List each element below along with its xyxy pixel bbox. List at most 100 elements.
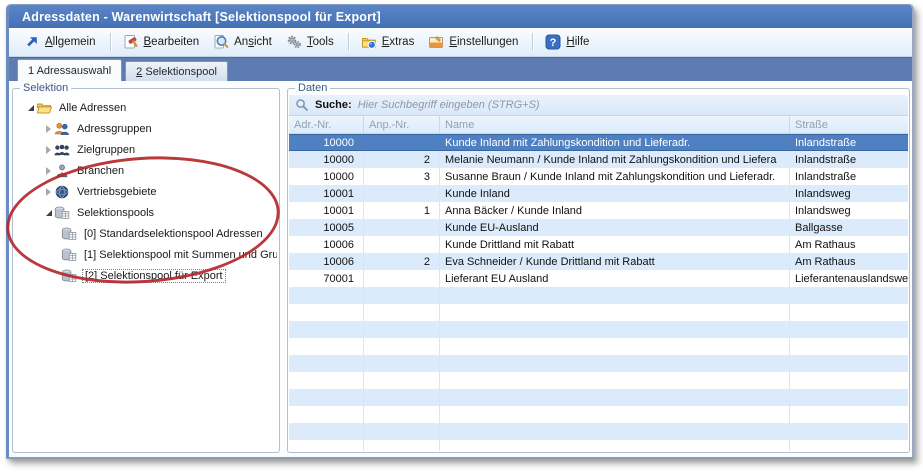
cell-name: Kunde Drittland mit Rabatt bbox=[440, 236, 790, 253]
table-row[interactable]: 100011Anna Bäcker / Kunde InlandInlandsw… bbox=[289, 202, 908, 219]
menu-item-label: Tools bbox=[307, 36, 334, 48]
tree-item[interactable]: Adressgruppen bbox=[15, 118, 277, 139]
tree-item[interactable]: Selektionspools bbox=[15, 202, 277, 223]
cell-anp bbox=[364, 270, 440, 287]
tree-item[interactable]: Vertriebsgebiete bbox=[15, 181, 277, 202]
cell-adr: 70001 bbox=[289, 270, 364, 287]
window-title: Adressdaten - Warenwirtschaft [Selektion… bbox=[22, 10, 381, 24]
menu-separator bbox=[532, 33, 533, 51]
cell-anp: 1 bbox=[364, 202, 440, 219]
table-row[interactable]: 100062Eva Schneider / Kunde Drittland mi… bbox=[289, 253, 908, 270]
cell-anp bbox=[364, 185, 440, 202]
pool-icon bbox=[61, 268, 78, 284]
cell-anp: 2 bbox=[364, 253, 440, 270]
tree-item-label: Alle Adressen bbox=[57, 101, 128, 115]
table-body: 10000Kunde Inland mit Zahlungskondition … bbox=[289, 134, 908, 287]
hammer-icon bbox=[123, 34, 139, 50]
desktop-background: Adressdaten - Warenwirtschaft [Selektion… bbox=[0, 0, 923, 475]
column-header[interactable]: Anp.-Nr. bbox=[364, 116, 440, 133]
cell-anp bbox=[364, 236, 440, 253]
column-header[interactable]: Straße bbox=[790, 116, 908, 133]
cell-anp: 3 bbox=[364, 168, 440, 185]
menu-item-einstellungen[interactable]: Einstellungen bbox=[423, 32, 525, 52]
folder-open-icon bbox=[36, 100, 53, 116]
tree-expander-closed-icon[interactable] bbox=[43, 146, 54, 154]
menu-item-hilfe[interactable]: ? Hilfe bbox=[540, 32, 596, 52]
tree-expander-closed-icon[interactable] bbox=[43, 188, 54, 196]
users-two-icon bbox=[54, 121, 71, 137]
magnifier-icon bbox=[213, 34, 229, 50]
cell-name: Eva Schneider / Kunde Drittland mit Raba… bbox=[440, 253, 790, 270]
tab-adressauswahl[interactable]: 1 Adressauswahl bbox=[17, 59, 122, 81]
menu-item-extras[interactable]: Extras bbox=[356, 32, 422, 52]
cell-adr: 10006 bbox=[289, 253, 364, 270]
daten-group: Daten Suche: Hier Suchbegriff eingeben (… bbox=[287, 88, 910, 453]
gears-icon bbox=[286, 34, 302, 50]
pool-icon bbox=[61, 247, 78, 263]
cell-strasse: Am Rathaus bbox=[790, 236, 908, 253]
tree-item-label: [1] Selektionspool mit Summen und Grupp bbox=[82, 248, 277, 262]
cell-adr: 10000 bbox=[289, 168, 364, 185]
menu-item-label: Hilfe bbox=[566, 36, 589, 48]
tree-item[interactable]: [0] Standardselektionspool Adressen bbox=[15, 223, 277, 244]
tree-expander-open-icon[interactable] bbox=[25, 105, 36, 111]
table-row[interactable]: 70001Lieferant EU AuslandLieferantenausl… bbox=[289, 270, 908, 287]
cell-strasse: Ballgasse bbox=[790, 219, 908, 236]
table-row[interactable]: 10000Kunde Inland mit Zahlungskondition … bbox=[289, 134, 908, 151]
cell-anp: 2 bbox=[364, 151, 440, 168]
table-header: Adr.-Nr.Anp.-Nr.NameStraße bbox=[289, 116, 908, 134]
search-bar[interactable]: Suche: Hier Suchbegriff eingeben (STRG+S… bbox=[289, 95, 908, 116]
tab-label: 2 Selektionspool bbox=[136, 66, 217, 78]
table-row[interactable]: 10005Kunde EU-AuslandBallgasse bbox=[289, 219, 908, 236]
search-placeholder: Hier Suchbegriff eingeben (STRG+S) bbox=[358, 99, 540, 111]
content-area: Selektion Alle AdressenAdressgruppenZiel… bbox=[9, 81, 912, 457]
table-row[interactable]: 100002Melanie Neumann / Kunde Inland mit… bbox=[289, 151, 908, 168]
table-row[interactable]: 100003Susanne Braun / Kunde Inland mit Z… bbox=[289, 168, 908, 185]
users-three-icon bbox=[54, 142, 71, 158]
menu-separator bbox=[348, 33, 349, 51]
menu-item-allgemein[interactable]: Allgemein bbox=[19, 32, 103, 52]
cell-adr: 10000 bbox=[289, 135, 364, 150]
cell-strasse: Inlandsweg bbox=[790, 202, 908, 219]
column-header[interactable]: Name bbox=[440, 116, 790, 133]
selektion-group: Selektion Alle AdressenAdressgruppenZiel… bbox=[12, 88, 280, 453]
menu-item-label: Einstellungen bbox=[449, 36, 518, 48]
tree-item[interactable]: Zielgruppen bbox=[15, 139, 277, 160]
cell-strasse: Lieferantenauslandsweg bbox=[790, 270, 908, 287]
tree-item-label: [0] Standardselektionspool Adressen bbox=[82, 227, 265, 241]
table-row[interactable]: 10001Kunde InlandInlandsweg bbox=[289, 185, 908, 202]
title-bar[interactable]: Adressdaten - Warenwirtschaft [Selektion… bbox=[9, 5, 912, 28]
tree-expander-open-icon[interactable] bbox=[43, 210, 54, 216]
menu-item-bearbeiten[interactable]: Bearbeiten bbox=[118, 32, 207, 52]
tree-item[interactable]: Alle Adressen bbox=[15, 97, 277, 118]
table-row[interactable]: 10006Kunde Drittland mit RabattAm Rathau… bbox=[289, 236, 908, 253]
tree-item[interactable]: [1] Selektionspool mit Summen und Grupp bbox=[15, 244, 277, 265]
svg-text:?: ? bbox=[550, 37, 557, 49]
tab-label: 1 Adressauswahl bbox=[28, 65, 111, 77]
tree-item[interactable]: Branchen bbox=[15, 160, 277, 181]
cell-strasse: Inlandstraße bbox=[790, 151, 908, 168]
cell-adr: 10000 bbox=[289, 151, 364, 168]
column-header[interactable]: Adr.-Nr. bbox=[289, 116, 364, 133]
cell-anp bbox=[364, 135, 440, 150]
pool-icon bbox=[61, 226, 78, 242]
tree-item[interactable]: [2] Selektionspool für Export bbox=[15, 265, 277, 286]
person-icon bbox=[54, 163, 71, 179]
settings-icon bbox=[428, 34, 444, 50]
cell-strasse: Inlandstraße bbox=[790, 135, 908, 150]
menu-item-ansicht[interactable]: Ansicht bbox=[208, 32, 279, 52]
tree-expander-closed-icon[interactable] bbox=[43, 125, 54, 133]
cell-name: Susanne Braun / Kunde Inland mit Zahlung… bbox=[440, 168, 790, 185]
cell-adr: 10005 bbox=[289, 219, 364, 236]
menu-item-label: Extras bbox=[382, 36, 415, 48]
selection-tree: Alle Adressen AdressgruppenZielgruppen Bra… bbox=[15, 97, 277, 450]
menu-item-tools[interactable]: Tools bbox=[281, 32, 341, 52]
cell-name: Kunde Inland bbox=[440, 185, 790, 202]
cell-anp bbox=[364, 219, 440, 236]
search-icon bbox=[295, 98, 309, 112]
daten-group-label: Daten bbox=[295, 82, 330, 95]
tree-item-label: Branchen bbox=[75, 164, 126, 178]
tab-selektionspool[interactable]: 2 Selektionspool bbox=[125, 61, 228, 81]
cell-strasse: Am Rathaus bbox=[790, 253, 908, 270]
tree-expander-closed-icon[interactable] bbox=[43, 167, 54, 175]
